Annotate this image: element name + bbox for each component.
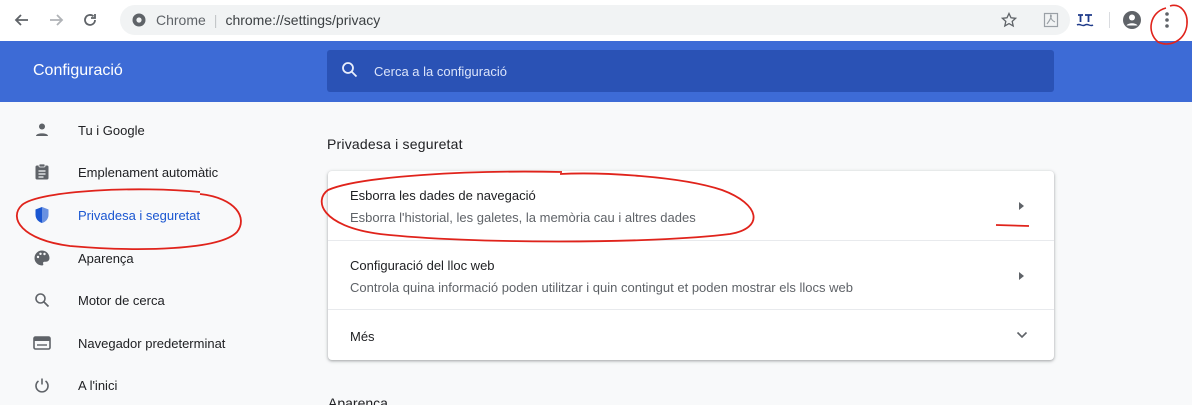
sidebar-item-privacy-and-security[interactable]: Privadesa i seguretat: [0, 195, 300, 235]
search-icon: [32, 290, 52, 310]
back-arrow-icon: [14, 14, 28, 26]
sidebar-item-label: Motor de cerca: [78, 292, 165, 308]
arrow-right-icon: [1019, 272, 1024, 280]
back-button[interactable]: [10, 8, 34, 32]
chevron-down-icon: [1016, 331, 1028, 339]
privacy-settings-card: Esborra les dades de navegació Esborra l…: [328, 171, 1054, 360]
next-section-title: Aparença: [328, 395, 388, 405]
sidebar-item-search-engine[interactable]: Motor de cerca: [0, 280, 300, 320]
shield-icon: [32, 205, 52, 225]
bookmark-star-button[interactable]: [998, 9, 1020, 31]
row-title: Esborra les dades de navegació: [350, 188, 536, 203]
account-icon: [1123, 11, 1141, 29]
clear-browsing-data-row[interactable]: Esborra les dades de navegació Esborra l…: [328, 171, 1054, 240]
row-subtitle: Esborra l'historial, les galetes, la mem…: [350, 210, 696, 225]
power-icon: [32, 375, 52, 395]
chrome-icon: [132, 13, 146, 27]
omnibox[interactable]: Chrome | chrome://settings/privacy: [120, 5, 1070, 35]
more-vert-icon: [1165, 12, 1169, 28]
reload-button[interactable]: [78, 8, 102, 32]
sidebar-item-label: Aparença: [78, 250, 134, 266]
star-icon: [1001, 12, 1017, 28]
sidebar-item-default-browser[interactable]: Navegador predeterminat: [0, 323, 300, 363]
site-settings-row[interactable]: Configuració del lloc web Controla quina…: [328, 240, 1054, 309]
toolbar-divider: [1109, 12, 1110, 28]
languagetool-extension-button[interactable]: [1074, 9, 1096, 31]
sidebar-item-label: Tu i Google: [78, 122, 145, 138]
forward-arrow-icon: [50, 14, 64, 26]
omnibox-url: chrome://settings/privacy: [225, 12, 381, 28]
sidebar-item-autofill[interactable]: Emplenament automàtic: [0, 152, 300, 192]
settings-content: Tu i Google Emplenament automàtic Privad…: [0, 102, 1192, 405]
settings-search[interactable]: [327, 50, 1054, 92]
person-icon: [32, 120, 52, 140]
settings-header: Configuració: [0, 41, 1192, 102]
forward-button[interactable]: [44, 8, 68, 32]
palette-icon: [32, 248, 52, 268]
pdf-icon: [1043, 12, 1059, 28]
chrome-menu-button[interactable]: [1156, 9, 1178, 31]
omnibox-separator: |: [213, 12, 218, 28]
section-title: Privadesa i seguretat: [327, 136, 463, 152]
pdf-extension-button[interactable]: [1040, 9, 1062, 31]
browser-toolbar: Chrome | chrome://settings/privacy: [0, 0, 1192, 41]
omnibox-site: Chrome: [156, 12, 206, 28]
sidebar-item-appearance[interactable]: Aparença: [0, 238, 300, 278]
row-title: Configuració del lloc web: [350, 258, 495, 273]
page-title: Configuració: [33, 62, 123, 79]
sidebar-item-label: A l'inici: [78, 377, 118, 393]
sidebar-item-you-and-google[interactable]: Tu i Google: [0, 110, 300, 150]
reload-icon: [84, 14, 96, 26]
browser-icon: [32, 333, 52, 353]
sidebar-item-label: Navegador predeterminat: [78, 335, 226, 351]
more-row[interactable]: Més: [328, 309, 1054, 360]
profile-button[interactable]: [1121, 9, 1143, 31]
clipboard-icon: [32, 162, 52, 182]
sidebar-item-label: Emplenament automàtic: [78, 164, 219, 180]
search-input[interactable]: [374, 50, 1034, 92]
search-icon: [342, 62, 358, 78]
arrow-right-icon: [1019, 202, 1024, 210]
row-title: Més: [350, 329, 375, 344]
languagetool-icon: [1076, 14, 1094, 27]
chrome-window: Chrome | chrome://settings/privacy Confi…: [0, 0, 1192, 405]
sidebar-item-label: Privadesa i seguretat: [78, 207, 201, 223]
row-subtitle: Controla quina informació poden utilitza…: [350, 280, 853, 295]
sidebar-item-on-startup[interactable]: A l'inici: [0, 365, 300, 405]
